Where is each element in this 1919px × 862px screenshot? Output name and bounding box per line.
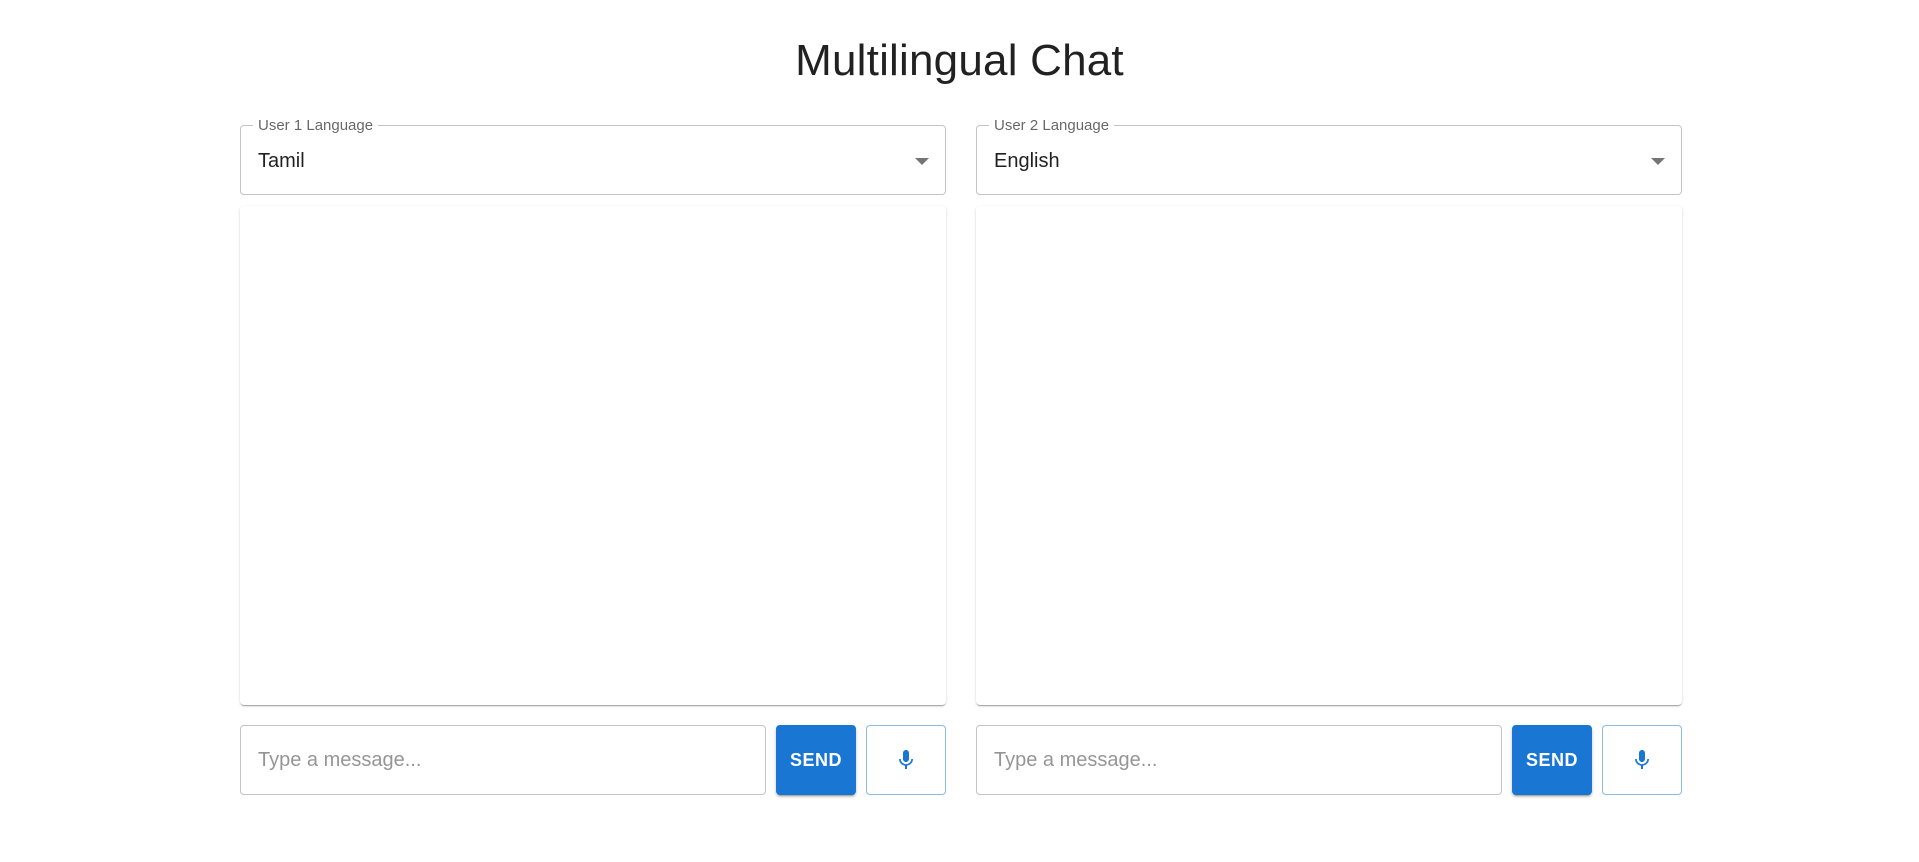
- user2-panel: User 2 Language English SEND: [976, 117, 1682, 795]
- dropdown-arrow-icon[interactable]: [915, 158, 929, 165]
- user1-language-select[interactable]: User 1 Language Tamil: [240, 117, 946, 195]
- user1-message-input[interactable]: [240, 725, 766, 795]
- user1-chat-area: [240, 206, 946, 705]
- mic-icon: [1635, 750, 1649, 769]
- user2-send-button[interactable]: SEND: [1512, 725, 1592, 795]
- user2-chat-area: [976, 206, 1682, 705]
- user1-composer: SEND: [240, 725, 946, 795]
- user1-panel: User 1 Language Tamil SEND: [240, 117, 946, 795]
- user1-send-button[interactable]: SEND: [776, 725, 856, 795]
- dropdown-arrow-icon[interactable]: [1651, 158, 1665, 165]
- user2-mic-button[interactable]: [1602, 725, 1682, 795]
- user2-message-input[interactable]: [976, 725, 1502, 795]
- page-title: Multilingual Chat: [795, 36, 1124, 85]
- mic-icon: [899, 750, 913, 769]
- user1-language-label: User 1 Language: [253, 117, 379, 134]
- user1-language-value: Tamil: [258, 150, 305, 172]
- user2-language-select[interactable]: User 2 Language English: [976, 117, 1682, 195]
- user2-language-label: User 2 Language: [989, 117, 1115, 134]
- user2-language-value: English: [994, 150, 1060, 172]
- user2-composer: SEND: [976, 725, 1682, 795]
- user1-mic-button[interactable]: [866, 725, 946, 795]
